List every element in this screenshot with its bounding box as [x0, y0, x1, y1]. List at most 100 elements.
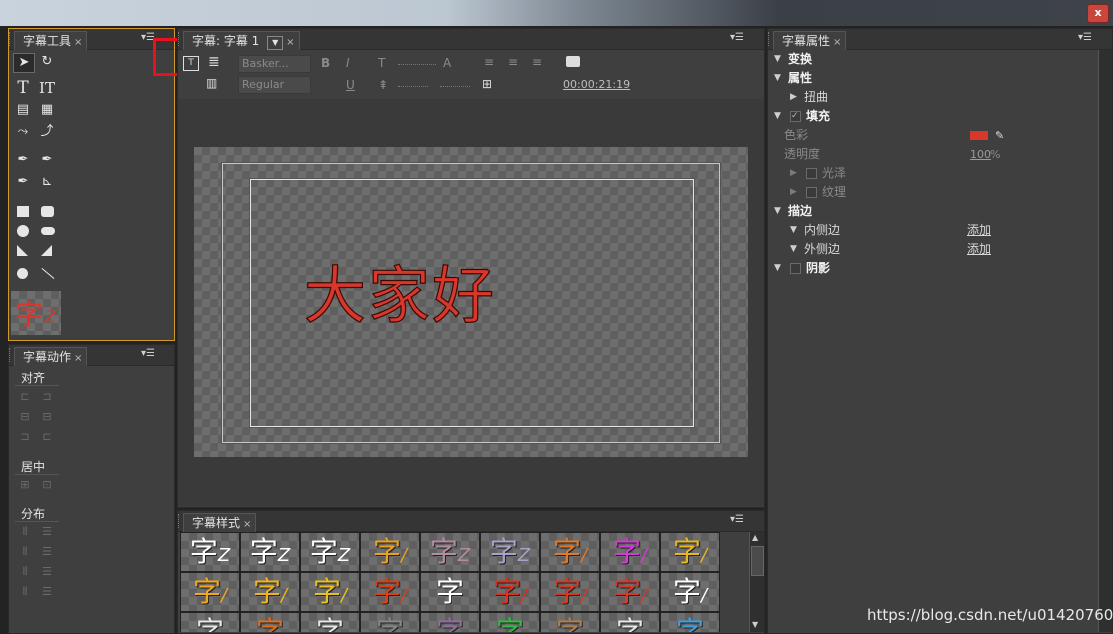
style-swatch[interactable]: 字	[420, 612, 480, 632]
tracking-slider[interactable]	[440, 86, 470, 88]
style-swatch[interactable]: 字Z	[180, 532, 240, 572]
panel-menu-icon[interactable]: ▾☰	[730, 514, 744, 525]
leading-slider[interactable]	[398, 86, 428, 88]
tab-title-actions[interactable]: 字幕动作 ×	[14, 347, 88, 366]
distribute-left-icon[interactable]: ⫴	[17, 525, 33, 539]
tab-close-icon[interactable]: ×	[74, 353, 82, 364]
distribute-vcenter-icon[interactable]: ☰	[39, 545, 55, 559]
section-shadow[interactable]: ▼ 阴影	[768, 259, 1098, 278]
add-anchor-tool[interactable]: ✒	[13, 173, 33, 191]
style-swatch[interactable]: 字Z	[480, 532, 540, 572]
style-swatch[interactable]: 字/	[600, 572, 660, 612]
add-inner-stroke-link[interactable]: 添加	[967, 221, 991, 240]
align-left-icon[interactable]: ⊏	[17, 390, 33, 404]
style-swatch[interactable]: 字	[540, 612, 600, 632]
selection-tool[interactable]: ➤	[13, 53, 35, 73]
style-swatch[interactable]: 字/	[660, 572, 720, 612]
align-right-icon[interactable]: ⊐	[17, 430, 33, 444]
show-background-video-icon[interactable]	[566, 56, 580, 67]
style-swatch[interactable]: 字Z	[240, 532, 300, 572]
convert-anchor-tool[interactable]: ⊾	[37, 173, 57, 191]
section-transform[interactable]: ▼ 变换	[768, 50, 1098, 69]
tab-title-designer[interactable]: 字幕: 字幕 1 ▼ ×	[183, 31, 300, 50]
area-text-tool[interactable]: ▤	[13, 101, 33, 119]
timecode-value[interactable]: 00:00:21:19	[563, 78, 630, 91]
ellipse-tool[interactable]	[17, 268, 28, 279]
panel-menu-icon[interactable]: ▾☰	[141, 348, 155, 359]
collapse-triangle-icon[interactable]: ▼	[774, 202, 781, 221]
center-horizontal-icon[interactable]: ⊞	[17, 478, 33, 492]
row-texture[interactable]: ▶ 纹理	[768, 183, 1098, 202]
center-vertical-icon[interactable]: ⊡	[39, 478, 55, 492]
collapse-triangle-icon[interactable]: ▼	[774, 259, 781, 278]
scroll-down-icon[interactable]: ▼	[752, 620, 758, 629]
tab-title-styles[interactable]: 字幕样式 ×	[183, 513, 257, 532]
align-bottom-icon[interactable]: ⊏	[39, 430, 55, 444]
collapse-triangle-icon[interactable]: ▼	[790, 221, 797, 240]
panel-menu-icon[interactable]: ▾☰	[730, 32, 744, 43]
align-right-text-icon[interactable]: ≡	[532, 55, 542, 69]
font-family-select[interactable]: Basker...	[238, 55, 311, 73]
texture-checkbox[interactable]	[806, 187, 817, 198]
style-swatch[interactable]: 字/	[540, 532, 600, 572]
section-stroke[interactable]: ▼ 描边	[768, 202, 1098, 221]
title-dropdown-icon[interactable]: ▼	[267, 36, 284, 50]
expand-triangle-icon[interactable]: ▶	[790, 183, 797, 202]
align-middle-icon[interactable]: ⊟	[39, 410, 55, 424]
align-vcenter-icon[interactable]: ⊐	[39, 390, 55, 404]
style-swatch[interactable]: 字/	[240, 572, 300, 612]
tab-close-icon[interactable]: ×	[74, 37, 82, 48]
style-swatch[interactable]: 字Z	[300, 532, 360, 572]
properties-scrollbar[interactable]	[1098, 50, 1112, 632]
distribute-hcenter-icon[interactable]: ⫴	[17, 545, 33, 559]
font-size-icon[interactable]: T	[378, 56, 385, 70]
collapse-triangle-icon[interactable]: ▼	[790, 240, 797, 259]
style-swatch[interactable]: 字	[660, 612, 720, 632]
row-inner-stroke[interactable]: ▼ 内侧边 添加	[768, 221, 1098, 240]
style-swatch[interactable]: 字/	[360, 572, 420, 612]
color-swatch[interactable]	[970, 131, 988, 140]
collapse-triangle-icon[interactable]: ▼	[774, 50, 781, 69]
eyedropper-icon[interactable]: ✎	[995, 126, 1004, 145]
distribute-even-v-icon[interactable]: ☰	[39, 585, 55, 599]
expand-triangle-icon[interactable]: ▶	[790, 88, 797, 107]
canvas-text[interactable]: 大家好	[303, 260, 496, 331]
vertical-path-text-tool[interactable]: ⤴	[37, 123, 57, 141]
align-hcenter-icon[interactable]: ⊟	[17, 410, 33, 424]
section-properties[interactable]: ▼ 属性	[768, 69, 1098, 88]
section-fill[interactable]: ▼ ✓ 填充	[768, 107, 1098, 126]
opacity-value[interactable]: 100	[970, 145, 991, 164]
font-size-slider[interactable]	[398, 64, 436, 66]
font-style-select[interactable]: Regular	[238, 76, 311, 94]
collapse-triangle-icon[interactable]: ▼	[774, 107, 781, 126]
wedge-tool[interactable]	[17, 245, 28, 256]
style-swatch[interactable]: 字/	[180, 572, 240, 612]
style-swatch[interactable]: 字	[300, 612, 360, 632]
scroll-up-icon[interactable]: ▲	[752, 533, 758, 542]
line-tool[interactable]	[41, 267, 55, 280]
vertical-text-tool[interactable]: IT	[37, 79, 57, 97]
align-center-text-icon[interactable]: ≡	[508, 55, 518, 69]
templates-icon[interactable]: ▥	[206, 76, 217, 90]
row-distort[interactable]: ▶ 扭曲	[768, 88, 1098, 107]
tab-close-icon[interactable]: ×	[286, 37, 294, 48]
style-swatch[interactable]: 字	[420, 572, 480, 612]
fill-checkbox[interactable]: ✓	[790, 111, 801, 122]
rotate-tool[interactable]: ↻	[37, 53, 57, 71]
distribute-right-icon[interactable]: ⫴	[17, 565, 33, 579]
style-swatch[interactable]: 字/	[540, 572, 600, 612]
new-title-icon[interactable]: T	[183, 56, 199, 71]
style-swatch[interactable]: 字/	[660, 532, 720, 572]
styles-scrollbar[interactable]: ▲ ▼	[749, 532, 764, 632]
tab-close-icon[interactable]: ×	[833, 37, 841, 48]
path-text-tool[interactable]: ⤳	[13, 123, 33, 141]
window-close-button[interactable]: x	[1087, 4, 1109, 23]
arc-tool[interactable]	[41, 245, 52, 256]
tab-title-tools[interactable]: 字幕工具 ×	[14, 31, 88, 50]
panel-menu-icon[interactable]: ▾☰	[1078, 32, 1092, 43]
rounded-rectangle-tool[interactable]	[41, 206, 54, 217]
expand-triangle-icon[interactable]: ▶	[790, 164, 797, 183]
style-swatch[interactable]: 字/	[360, 532, 420, 572]
shadow-checkbox[interactable]	[790, 263, 801, 274]
style-swatch[interactable]: 字/	[600, 532, 660, 572]
